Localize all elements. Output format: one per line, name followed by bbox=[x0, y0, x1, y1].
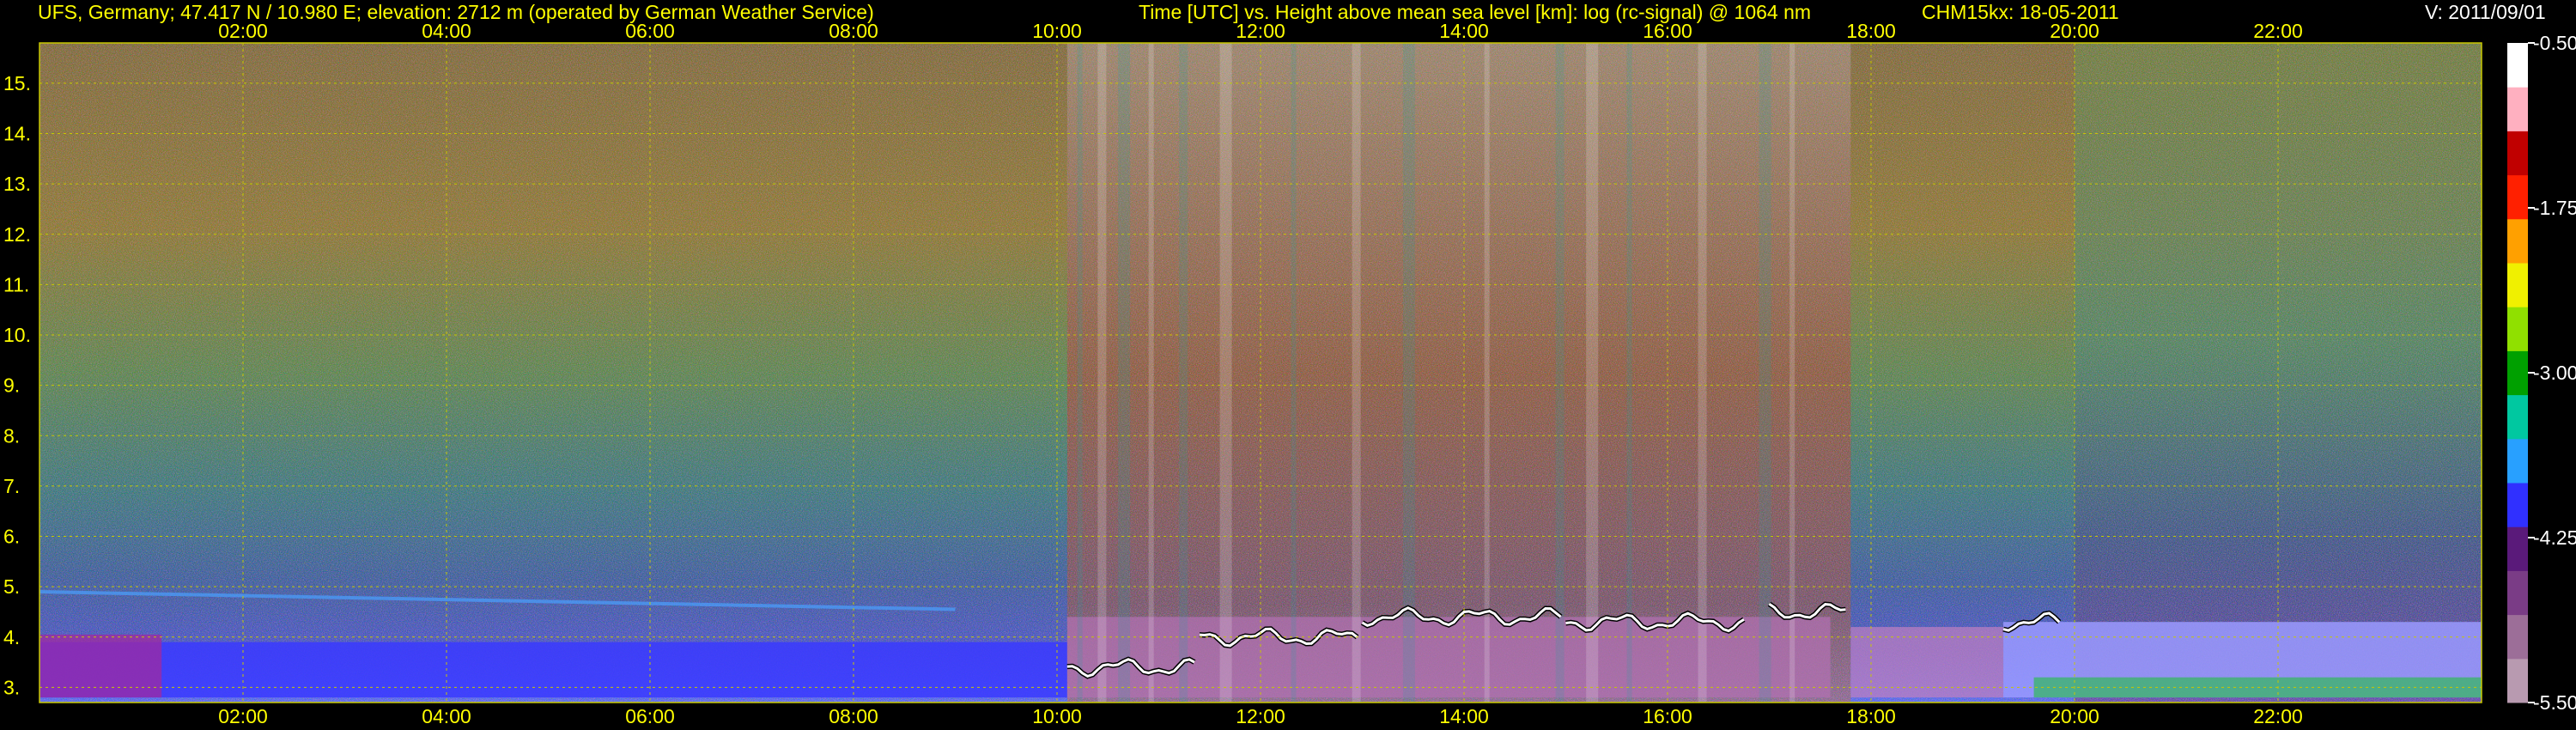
signal-streak bbox=[1148, 43, 1154, 703]
colorbar-segment bbox=[2507, 350, 2528, 396]
signal-streak bbox=[1219, 43, 1232, 703]
signal-streak bbox=[1626, 43, 1632, 703]
y-tick-label: 7. bbox=[3, 475, 20, 497]
y-tick-label: 6. bbox=[3, 526, 20, 548]
y-tick-label: 12. bbox=[3, 223, 31, 246]
colorbar-segment bbox=[2507, 526, 2528, 571]
signal-streak bbox=[1698, 43, 1707, 703]
x-tick-label-top: 22:00 bbox=[2253, 20, 2303, 42]
y-axis: 3. 4. 5. 6. 7. 8. 9. 10. 11. 12. 13. 14. 15. bbox=[3, 72, 31, 699]
lidar-chart: 02:00 04:00 06:00 08:00 10:00 12:00 14:00 16:00… bbox=[3, 20, 2576, 727]
y-tick-label: 10. bbox=[3, 324, 31, 346]
colorbar-segment bbox=[2507, 174, 2528, 220]
y-tick-label: 4. bbox=[3, 626, 20, 648]
signal-streak bbox=[1759, 43, 1771, 703]
x-tick-label-bottom: 22:00 bbox=[2253, 705, 2303, 727]
x-tick-label-top: 10:00 bbox=[1032, 20, 1082, 42]
x-tick-label-bottom: 02:00 bbox=[218, 705, 268, 727]
y-tick-label: 8. bbox=[3, 424, 20, 447]
x-tick-label-top: 12:00 bbox=[1236, 20, 1285, 42]
x-tick-label-bottom: 12:00 bbox=[1236, 705, 1285, 727]
colorbar: -0.50 -1.75 -3.00 -4.25 -5.50 bbox=[2507, 32, 2576, 714]
colorbar-segment bbox=[2507, 658, 2528, 703]
x-tick-label-bottom: 10:00 bbox=[1032, 705, 1082, 727]
x-tick-label-bottom: 08:00 bbox=[829, 705, 878, 727]
boundary-layer-morning bbox=[39, 642, 1067, 698]
y-tick-label: 15. bbox=[3, 72, 31, 94]
x-tick-label-top: 02:00 bbox=[218, 20, 268, 42]
colorbar-tick-label: -0.50 bbox=[2533, 32, 2576, 54]
x-tick-label-bottom: 06:00 bbox=[625, 705, 675, 727]
y-tick-label: 3. bbox=[3, 676, 20, 698]
x-tick-label-top: 20:00 bbox=[2050, 20, 2099, 42]
colorbar-segment bbox=[2507, 43, 2528, 88]
x-tick-label-bottom: 18:00 bbox=[1846, 705, 1896, 727]
signal-streak bbox=[1118, 43, 1131, 703]
colorbar-segment bbox=[2507, 218, 2528, 264]
colorbar-segment bbox=[2507, 131, 2528, 176]
signal-streak bbox=[1077, 43, 1083, 703]
signal-streak bbox=[1586, 43, 1599, 703]
x-tick-label-top: 08:00 bbox=[829, 20, 878, 42]
signal-streak bbox=[1352, 43, 1361, 703]
colorbar-tick-label: -4.25 bbox=[2533, 526, 2576, 549]
signal-streak bbox=[1097, 43, 1107, 703]
signal-streak bbox=[1555, 43, 1564, 703]
x-tick-label-bottom: 14:00 bbox=[1439, 705, 1489, 727]
colorbar-segment bbox=[2507, 438, 2528, 484]
transition-layer bbox=[1850, 627, 2004, 698]
x-tick-label-bottom: 04:00 bbox=[422, 705, 471, 727]
signal-streak bbox=[1789, 43, 1795, 703]
x-axis-top: 02:00 04:00 06:00 08:00 10:00 12:00 14:00 16:00… bbox=[218, 20, 2303, 42]
signal-streak bbox=[1291, 43, 1297, 703]
colorbar-tick-label: -5.50 bbox=[2533, 691, 2576, 714]
x-tick-label-top: 06:00 bbox=[625, 20, 675, 42]
low-layer-early bbox=[39, 634, 162, 698]
y-tick-label: 5. bbox=[3, 575, 20, 598]
colorbar-segment bbox=[2507, 483, 2528, 527]
x-tick-label-top: 04:00 bbox=[422, 20, 471, 42]
x-tick-label-top: 14:00 bbox=[1439, 20, 1489, 42]
y-tick-label: 9. bbox=[3, 374, 20, 397]
colorbar-segment bbox=[2507, 263, 2528, 307]
y-tick-label: 14. bbox=[3, 123, 31, 145]
x-tick-label-bottom: 16:00 bbox=[1643, 705, 1692, 727]
colorbar-segment bbox=[2507, 307, 2528, 351]
signal-streak bbox=[1179, 43, 1188, 703]
colorbar-segment bbox=[2507, 614, 2528, 660]
signal-streak bbox=[1402, 43, 1415, 703]
x-axis-bottom: 02:00 04:00 06:00 08:00 10:00 12:00 14:00 16:00… bbox=[218, 705, 2303, 727]
colorbar-segment bbox=[2507, 87, 2528, 131]
x-tick-label-top: 18:00 bbox=[1846, 20, 1896, 42]
colorbar-segment bbox=[2507, 394, 2528, 440]
colorbar-tick-label: -3.00 bbox=[2533, 362, 2576, 384]
x-tick-label-bottom: 20:00 bbox=[2050, 705, 2099, 727]
y-tick-label: 13. bbox=[3, 173, 31, 195]
colorbar-tick-label: -1.75 bbox=[2533, 197, 2576, 219]
y-tick-label: 11. bbox=[3, 273, 29, 295]
x-tick-label-top: 16:00 bbox=[1643, 20, 1692, 42]
colorbar-segment bbox=[2507, 570, 2528, 616]
signal-streak bbox=[1484, 43, 1490, 703]
